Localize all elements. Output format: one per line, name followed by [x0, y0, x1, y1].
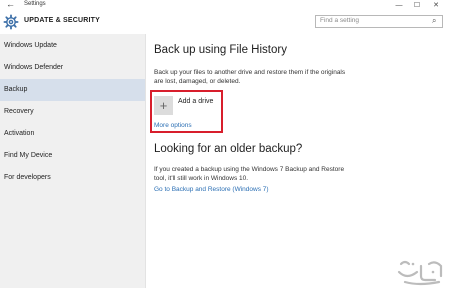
- section-title: UPDATE & SECURITY: [24, 17, 100, 24]
- back-arrow-icon[interactable]: ←: [6, 0, 15, 9]
- highlight-box: [150, 90, 223, 133]
- older-backup-heading: Looking for an older backup?: [154, 143, 303, 155]
- title-bar: [0, 0, 450, 11]
- close-button[interactable]: ✕: [429, 0, 443, 11]
- older-backup-description-line2: tool, it'll still work in Windows 10.: [154, 175, 249, 182]
- sidebar-item-recovery[interactable]: Recovery: [0, 101, 145, 123]
- gear-icon: [3, 14, 19, 30]
- watermark-logo: [397, 260, 443, 286]
- maximize-button[interactable]: ☐: [410, 0, 424, 11]
- backup-restore-windows7-link[interactable]: Go to Backup and Restore (Windows 7): [154, 186, 269, 193]
- sidebar-item-find-my-device[interactable]: Find My Device: [0, 145, 145, 167]
- file-history-description-line1: Back up your files to another drive and …: [154, 69, 346, 76]
- minimize-button[interactable]: —: [392, 0, 406, 11]
- older-backup-description-line1: If you created a backup using the Window…: [154, 166, 345, 173]
- window-title: Settings: [24, 1, 46, 7]
- sidebar-item-backup[interactable]: Backup: [0, 79, 145, 101]
- search-icon[interactable]: ⌕: [432, 16, 436, 26]
- file-history-description-line2: are lost, damaged, or deleted.: [154, 78, 241, 85]
- sidebar-item-activation[interactable]: Activation: [0, 123, 145, 145]
- search-placeholder[interactable]: Find a setting: [320, 17, 359, 24]
- file-history-heading: Back up using File History: [154, 44, 287, 56]
- sidebar-item-for-developers[interactable]: For developers: [0, 167, 145, 189]
- sidebar-item-windows-defender[interactable]: Windows Defender: [0, 57, 145, 79]
- sidebar-item-windows-update[interactable]: Windows Update: [0, 35, 145, 57]
